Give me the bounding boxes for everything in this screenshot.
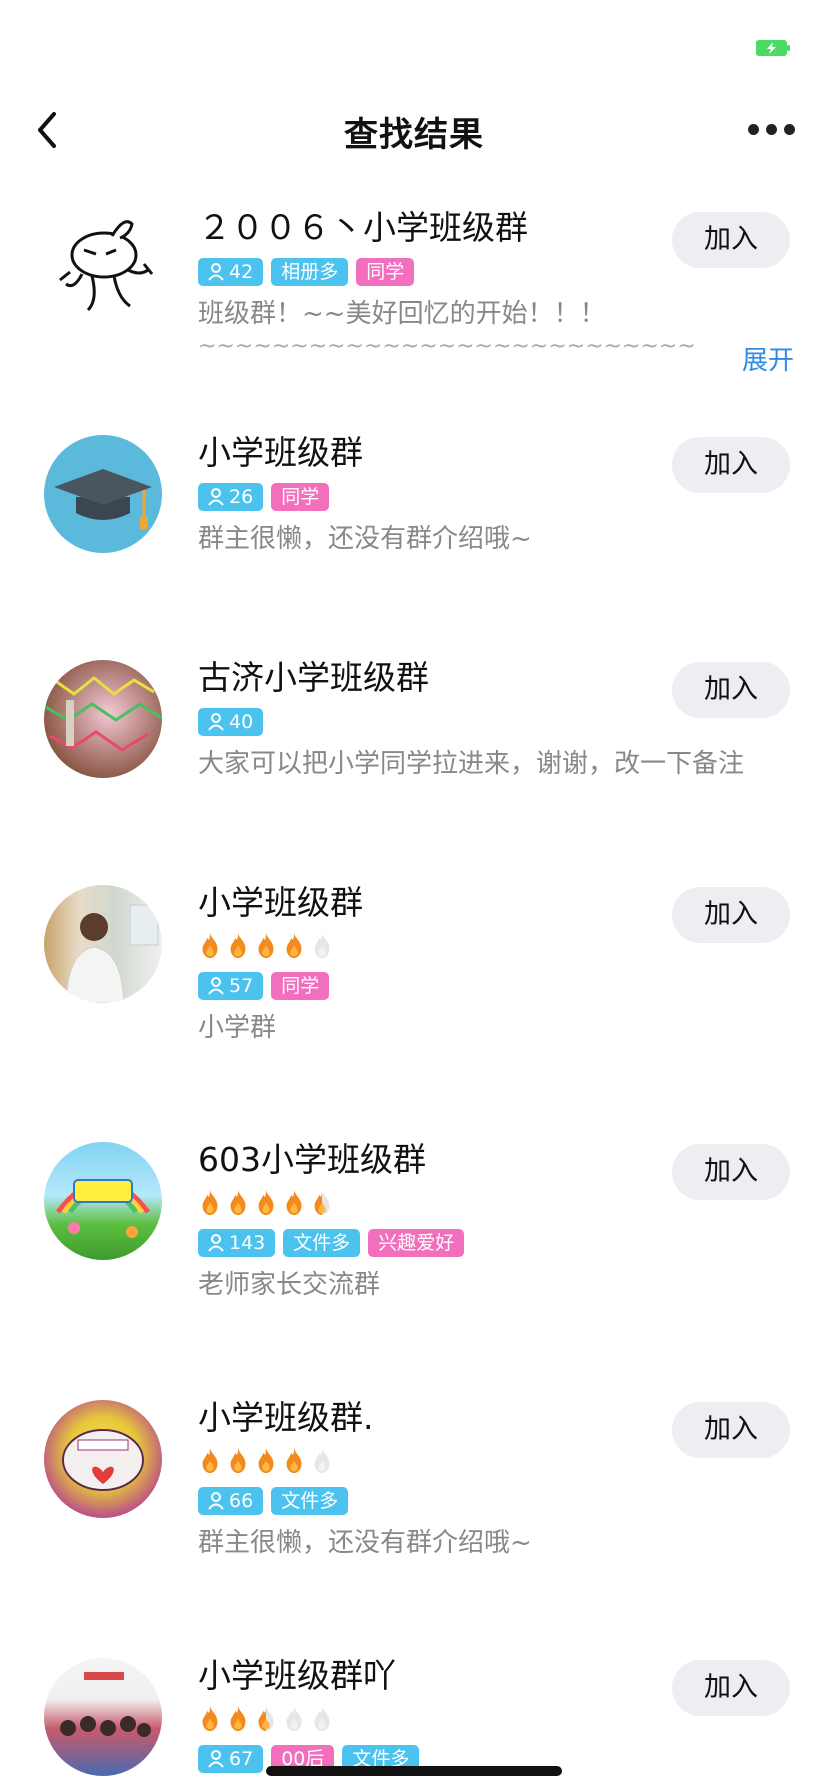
flame-icon	[314, 1447, 330, 1474]
graduation-cap-icon	[54, 469, 152, 529]
classroom-photo-icon	[44, 676, 162, 752]
more-button[interactable]	[742, 109, 800, 149]
group-description: 班级群！~~美好回忆的开始！！！	[198, 299, 606, 329]
tag-classmate: 同学	[356, 258, 415, 286]
group-photo-icon	[60, 1672, 151, 1737]
group-item[interactable]: 小学班级群 26 同学 群主很懒，还没有群介绍哦~ 加入	[0, 425, 828, 625]
page-title: 查找结果	[344, 115, 484, 155]
tag-hobby: 兴趣爱好	[368, 1229, 465, 1257]
join-button[interactable]: 加入	[672, 1402, 790, 1458]
flame-icon	[202, 1189, 218, 1216]
join-button[interactable]: 加入	[672, 437, 790, 493]
battery-charging-icon	[756, 40, 790, 56]
group-avatar	[44, 210, 162, 328]
flame-icon	[202, 932, 218, 959]
rabbit-avatar-icon	[59, 220, 154, 312]
group-description: 群主很懒，还没有群介绍哦~	[198, 1528, 532, 1558]
member-count-tag: 40	[198, 708, 264, 736]
person-icon	[208, 1750, 224, 1768]
join-button[interactable]: 加入	[672, 1144, 790, 1200]
more-dots-icon	[747, 123, 759, 135]
member-count-tag: 42	[198, 258, 264, 286]
tag-files: 文件多	[271, 1487, 349, 1515]
group-avatar	[44, 435, 162, 553]
group-avatar	[44, 885, 162, 1003]
flame-icon	[258, 932, 274, 959]
group-item[interactable]: ２００６丶小学班级群 42 相册多 同学 班级群！~~美好回忆的开始！！！ ~~…	[0, 200, 828, 410]
person-icon	[208, 1234, 224, 1252]
group-description: 群主很懒，还没有群介绍哦~	[198, 524, 532, 554]
flame-icon	[202, 1447, 218, 1474]
flame-icon	[314, 1189, 330, 1216]
group-avatar	[44, 1658, 162, 1776]
member-count-tag: 26	[198, 483, 264, 511]
flame-icon	[230, 1189, 246, 1216]
tag-list: 57 同学	[198, 972, 788, 1000]
flame-icon	[230, 1705, 246, 1732]
flame-icon	[258, 1189, 274, 1216]
group-item[interactable]: 603小学班级群 143 文件多 兴趣爱好 老师家长交流群 加入	[0, 1132, 828, 1362]
nav-bar: 查找结果	[0, 95, 828, 165]
flame-icon	[230, 1447, 246, 1474]
join-button[interactable]: 加入	[672, 887, 790, 943]
group-item[interactable]: 古济小学班级群 40 大家可以把小学同学拉进来，谢谢，改一下备注 加入	[0, 650, 828, 850]
person-icon	[208, 713, 224, 731]
tag-files: 文件多	[283, 1229, 361, 1257]
group-description-extra: ~~~~~~~~~~~~~~~~~~~~~~~~~~~~~~~~~~~~~~~	[198, 334, 698, 359]
member-count-tag: 57	[198, 972, 264, 1000]
flame-icon	[230, 932, 246, 959]
group-avatar	[44, 660, 162, 778]
school-banner-icon	[56, 1179, 150, 1238]
flame-icon	[314, 932, 330, 959]
join-button[interactable]: 加入	[672, 1660, 790, 1716]
group-description: 大家可以把小学同学拉进来，谢谢，改一下备注	[198, 749, 745, 779]
flame-icon	[314, 1705, 330, 1732]
screen: 查找结果 ２００６丶小学班级群 42 相册多 同学 班级群！~~美好回忆的开始！…	[0, 0, 828, 1792]
tag-album: 相册多	[271, 258, 349, 286]
status-bar	[0, 0, 828, 80]
tag-classmate: 同学	[271, 483, 330, 511]
flame-icon	[286, 932, 302, 959]
tag-list: 143 文件多 兴趣爱好	[198, 1229, 788, 1257]
person-photo-icon	[65, 904, 159, 1003]
tag-list: 66 文件多	[198, 1487, 788, 1515]
expand-link[interactable]: 展开	[742, 340, 794, 377]
person-icon	[208, 263, 224, 281]
flame-icon	[286, 1189, 302, 1216]
home-indicator[interactable]	[266, 1766, 562, 1776]
member-count-tag: 143	[198, 1229, 276, 1257]
flame-icon	[258, 1447, 274, 1474]
join-button[interactable]: 加入	[672, 212, 790, 268]
cartoon-face-icon	[62, 1429, 144, 1491]
flame-icon	[258, 1705, 274, 1732]
person-icon	[208, 977, 224, 995]
group-avatar	[44, 1142, 162, 1260]
flame-icon	[286, 1447, 302, 1474]
group-description: 老师家长交流群	[198, 1270, 381, 1300]
group-item[interactable]: 小学班级群. 66 文件多 群主很懒，还没有群介绍哦~ 加入	[0, 1390, 828, 1620]
flame-icon	[202, 1705, 218, 1732]
member-count-tag: 66	[198, 1487, 264, 1515]
group-description: 小学群	[198, 1013, 277, 1043]
person-icon	[208, 488, 224, 506]
member-count-tag: 67	[198, 1745, 264, 1773]
person-icon	[208, 1492, 224, 1510]
tag-classmate: 同学	[271, 972, 330, 1000]
flame-icon	[286, 1705, 302, 1732]
group-item[interactable]: 小学班级群 57 同学 小学群 加入	[0, 875, 828, 1105]
join-button[interactable]: 加入	[672, 662, 790, 718]
group-avatar	[44, 1400, 162, 1518]
